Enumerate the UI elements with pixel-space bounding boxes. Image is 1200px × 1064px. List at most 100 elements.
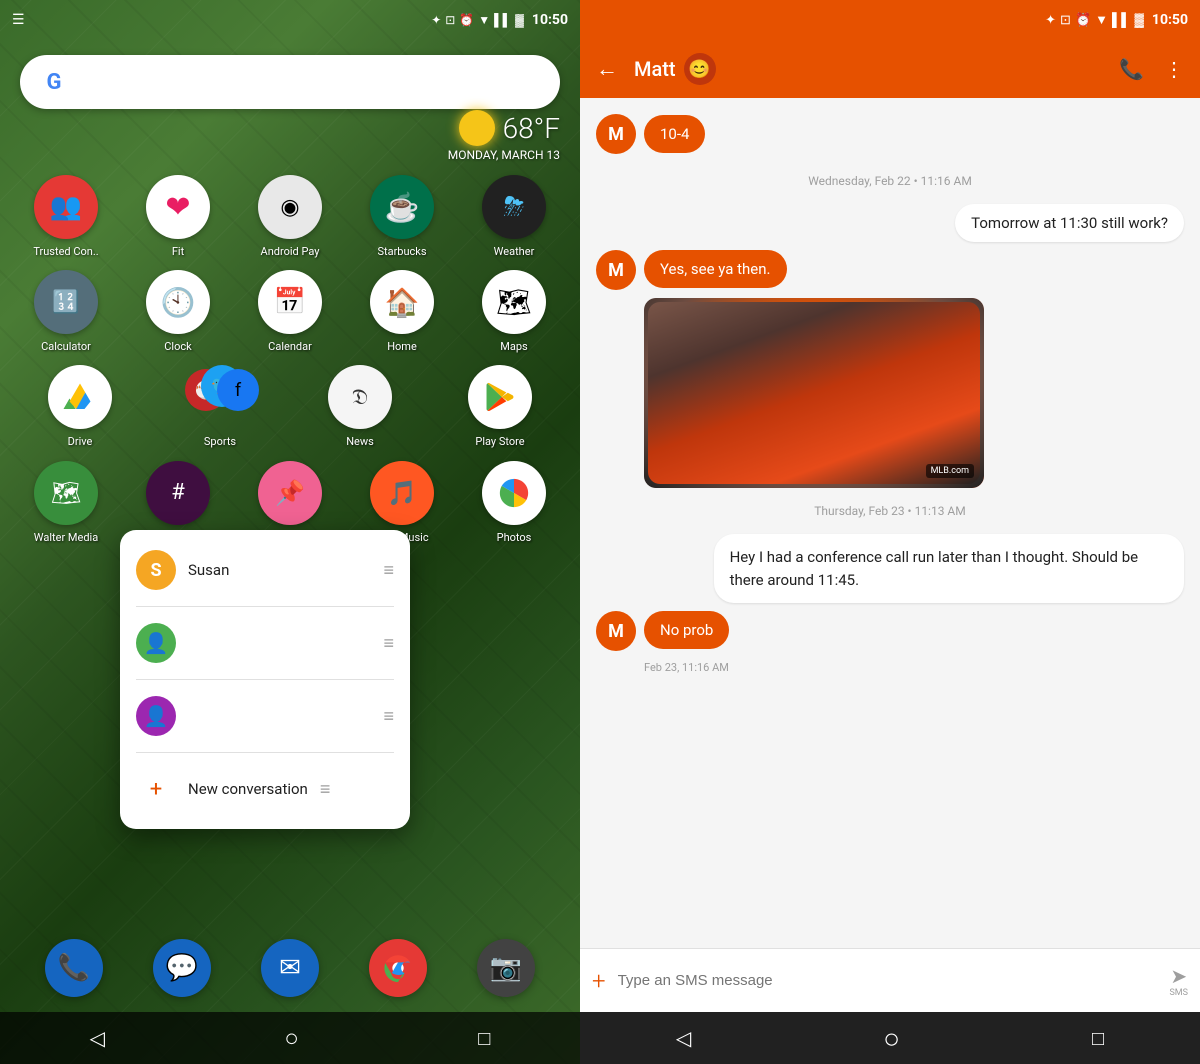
alarm-icon: ⏰ (459, 13, 474, 27)
shortcut-divider-3 (136, 752, 394, 753)
left-nav-back[interactable]: ◁ (90, 1026, 105, 1050)
app-play-store[interactable]: Play Store (452, 365, 548, 448)
contact2-drag-handle: ≡ (383, 633, 394, 654)
walter-media-label: Walter Media (34, 531, 98, 544)
dock-camera[interactable]: 📷 (477, 939, 535, 997)
keep-icon: 📌 (258, 461, 322, 525)
app-sports-group[interactable]: ⚾ 🐦 f Sports (172, 365, 268, 448)
notification-icon: ☰ (12, 12, 25, 28)
shortcut-contact-2[interactable]: 👤 ≡ (120, 611, 410, 675)
app-calendar[interactable]: 📅 Calendar (242, 270, 338, 353)
dock-phone[interactable]: 📞 (45, 939, 103, 997)
maps-icon: 🗺 (482, 270, 546, 334)
app-news[interactable]: 𝔇 News (312, 365, 408, 448)
starbucks-label: Starbucks (377, 245, 426, 258)
calendar-label: Calendar (268, 340, 312, 353)
chat-bluetooth-icon: ✦ (1045, 13, 1056, 28)
search-bar[interactable]: G (20, 55, 560, 109)
play-store-icon (468, 365, 532, 429)
app-android-pay[interactable]: ◉ Android Pay (242, 175, 338, 258)
new-conversation-plus-icon: + (136, 769, 176, 809)
bubble-tomorrow: Tomorrow at 11:30 still work? (955, 204, 1184, 242)
starbucks-icon: ☕ (370, 175, 434, 239)
app-weather[interactable]: ⛈ Weather (466, 175, 562, 258)
photos-label: Photos (497, 531, 532, 544)
chat-signal-icon: ▼ (1095, 12, 1108, 28)
weather-icon: ⛈ (482, 175, 546, 239)
chat-contact-avatar: 😊 (684, 53, 716, 85)
left-nav-recent[interactable]: □ (478, 1026, 490, 1051)
app-row-2: 🔢 Calculator 🕙 Clock 📅 Calendar 🏠 (10, 270, 570, 353)
network-icon: ▌▌ (494, 13, 511, 27)
chat-input-area: + ➤ SMS (580, 948, 1200, 1012)
shortcut-new-conversation[interactable]: + New conversation ≡ (120, 757, 410, 821)
clock-label: Clock (164, 340, 191, 353)
app-drive[interactable]: Drive (32, 365, 128, 448)
susan-name: Susan (188, 561, 371, 579)
app-clock[interactable]: 🕙 Clock (130, 270, 226, 353)
chat-alarm-icon: ⏰ (1075, 13, 1091, 28)
maps-label: Maps (500, 340, 527, 353)
left-status-bar: ☰ ✦ ⊡ ⏰ ▼ ▌▌ ▓ 10:50 (0, 0, 580, 40)
trusted-contacts-label: Trusted Con.. (33, 245, 98, 258)
bluetooth-icon: ✦ (431, 13, 441, 27)
vibrate-icon: ⊡ (445, 13, 455, 27)
signal-icon: ▼ (478, 13, 490, 27)
message-no-prob: M No prob (596, 611, 1184, 651)
dock-messages[interactable]: 💬 (153, 939, 211, 997)
left-nav-bar: ◁ ○ □ (0, 1012, 580, 1064)
temperature: 68°F (503, 112, 560, 145)
app-fit[interactable]: ❤ Fit (130, 175, 226, 258)
right-nav-bar: ◁ ○ □ (580, 1012, 1200, 1064)
bubble-yes: Yes, see ya then. (644, 250, 787, 288)
app-walter-media[interactable]: 🗺 Walter Media (18, 461, 114, 544)
weather-label: Weather (494, 245, 535, 258)
shortcut-susan[interactable]: S Susan ≡ (120, 538, 410, 602)
app-home[interactable]: 🏠 Home (354, 270, 450, 353)
right-nav-back[interactable]: ◁ (676, 1026, 691, 1050)
app-photos[interactable]: Photos (466, 461, 562, 544)
chat-phone-button[interactable]: 📞 (1119, 57, 1144, 81)
matt-avatar-3: M (596, 611, 636, 651)
new-conversation-handle: ≡ (320, 779, 331, 800)
left-nav-home[interactable]: ○ (284, 1024, 299, 1053)
chat-back-button[interactable]: ← (596, 56, 618, 82)
dock-inbox[interactable]: ✉ (261, 939, 319, 997)
trusted-contacts-icon: 👥 (34, 175, 98, 239)
shortcut-divider-2 (136, 679, 394, 680)
right-nav-home[interactable]: ○ (883, 1022, 900, 1055)
chat-battery-icon: ▓ (1134, 12, 1143, 28)
app-trusted-contacts[interactable]: 👥 Trusted Con.. (18, 175, 114, 258)
clock-icon: 🕙 (146, 270, 210, 334)
chat-status-right: ✦ ⊡ ⏰ ▼ ▌▌ ▓ 10:50 (1045, 12, 1188, 28)
mlb-badge: MLB.com (926, 464, 974, 478)
app-calculator[interactable]: 🔢 Calculator (18, 270, 114, 353)
dock-chrome[interactable] (369, 939, 427, 997)
news-label: News (346, 435, 374, 448)
play-music-icon: 🎵 (370, 461, 434, 525)
calculator-icon: 🔢 (34, 270, 98, 334)
chat-network-icon: ▌▌ (1112, 12, 1130, 28)
chat-send-button[interactable]: ➤ SMS (1169, 964, 1188, 998)
send-icon: ➤ (1170, 964, 1187, 988)
chat-more-button[interactable]: ⋮ (1164, 57, 1184, 81)
sms-message-input[interactable] (618, 972, 1158, 989)
google-logo: G (36, 64, 72, 100)
app-row-3: Drive ⚾ 🐦 f Sports 𝔇 News (10, 365, 570, 448)
status-left-icons: ☰ (12, 12, 25, 28)
chat-add-button[interactable]: + (592, 967, 606, 995)
status-right-area: ✦ ⊡ ⏰ ▼ ▌▌ ▓ 10:50 (431, 12, 568, 28)
contact2-avatar: 👤 (136, 623, 176, 663)
shortcut-contact-3[interactable]: 👤 ≡ (120, 684, 410, 748)
right-nav-recent[interactable]: □ (1092, 1026, 1104, 1051)
chat-action-buttons: 📞 ⋮ (1119, 57, 1184, 81)
fit-icon: ❤ (146, 175, 210, 239)
app-maps[interactable]: 🗺 Maps (466, 270, 562, 353)
app-starbucks[interactable]: ☕ Starbucks (354, 175, 450, 258)
susan-avatar: S (136, 550, 176, 590)
sms-chat-panel: ✦ ⊡ ⏰ ▼ ▌▌ ▓ 10:50 ← Matt 😊 📞 ⋮ M 10-4 (580, 0, 1200, 1064)
android-pay-icon: ◉ (258, 175, 322, 239)
sun-icon (459, 110, 495, 146)
chat-time: 10:50 (1152, 12, 1188, 28)
slack-icon: # (146, 461, 210, 525)
